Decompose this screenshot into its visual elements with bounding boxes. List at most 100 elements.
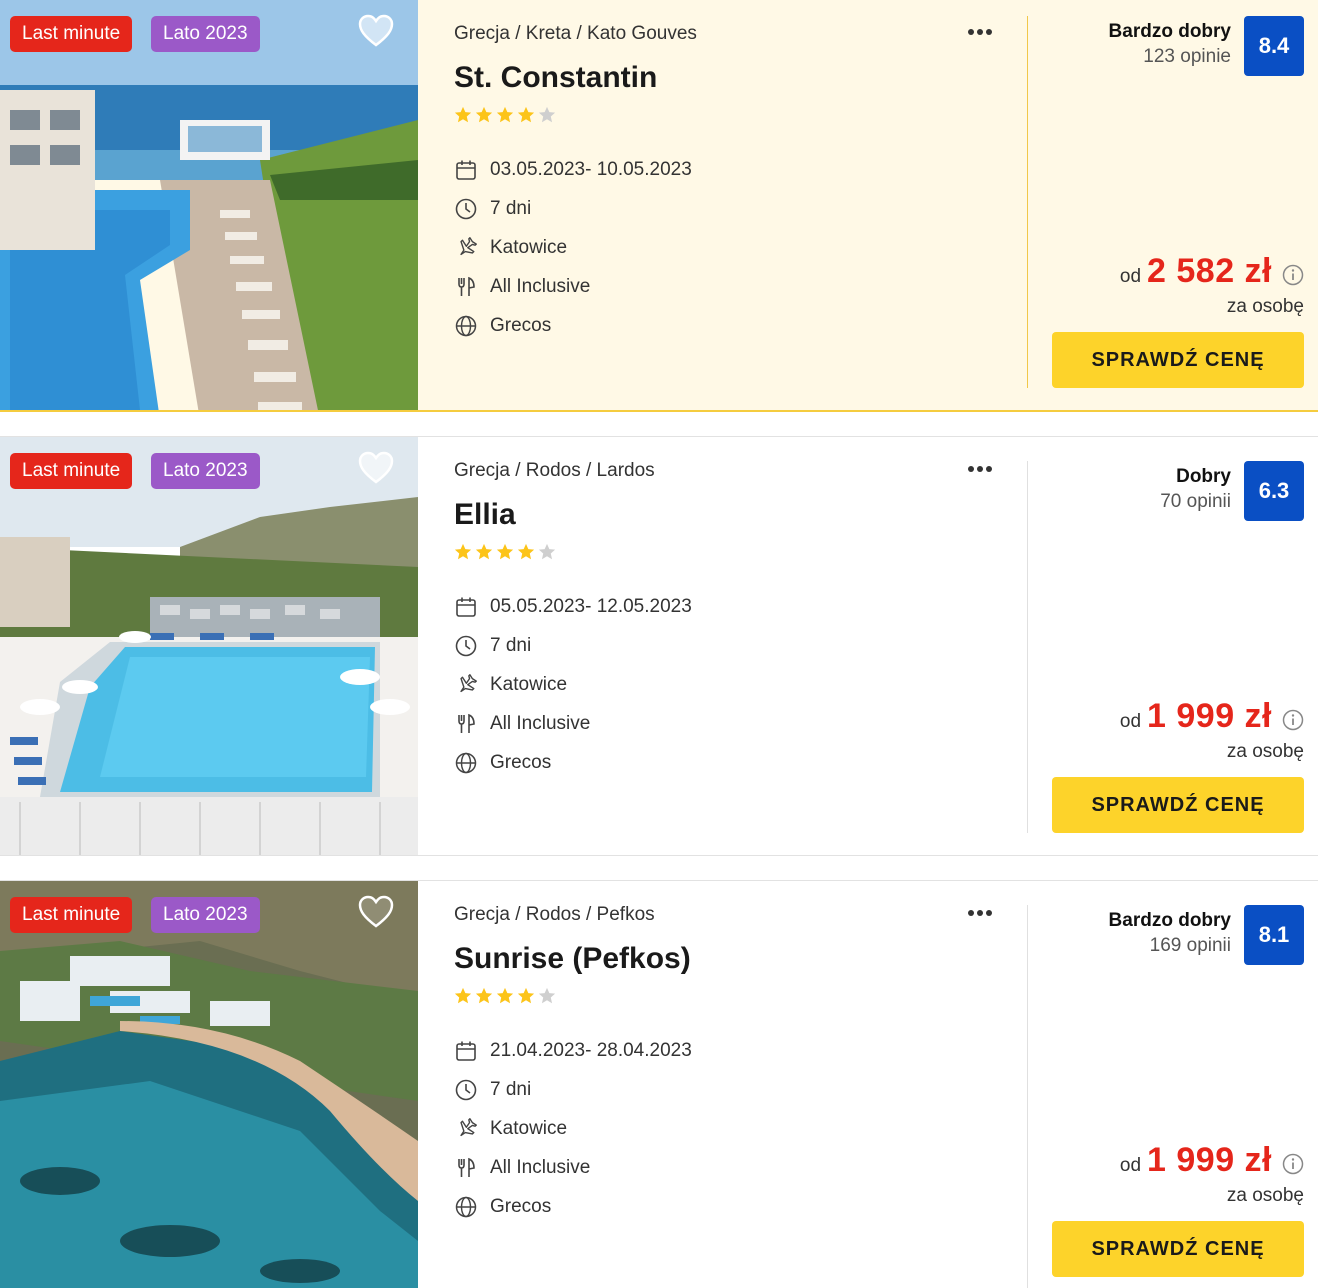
hotel-stars bbox=[454, 987, 1028, 1009]
board-row: All Inclusive bbox=[454, 1148, 1028, 1187]
hotel-photo[interactable]: Last minute Lato 2023 bbox=[0, 881, 418, 1288]
dot-icon bbox=[986, 910, 992, 916]
info-icon[interactable] bbox=[1282, 264, 1304, 286]
globe-icon bbox=[455, 752, 477, 773]
star-icon bbox=[517, 106, 535, 123]
calendar-icon bbox=[456, 160, 476, 180]
operator-row: Grecos bbox=[454, 306, 1028, 345]
clock-icon bbox=[455, 1079, 477, 1100]
plane-icon bbox=[460, 673, 477, 692]
price-line: od 1 999 zł bbox=[1120, 1141, 1304, 1180]
more-options-button[interactable] bbox=[968, 18, 1002, 46]
offer-card[interactable]: Last minute Lato 2023 Grecja / Rodos / P… bbox=[0, 880, 1318, 1288]
board-text: All Inclusive bbox=[490, 275, 591, 297]
operator-text: Grecos bbox=[490, 751, 552, 773]
star-icon bbox=[517, 543, 535, 560]
dates-row: 05.05.2023- 12.05.2023 bbox=[454, 587, 1028, 626]
clock-icon bbox=[455, 198, 477, 219]
last-minute-badge: Last minute bbox=[10, 453, 133, 489]
hotel-photo-image bbox=[0, 0, 418, 410]
clock-icon bbox=[455, 635, 477, 656]
hotel-name[interactable]: Ellia bbox=[454, 495, 1028, 535]
last-minute-badge: Last minute bbox=[10, 897, 133, 933]
price-line: od 1 999 zł bbox=[1120, 697, 1304, 736]
check-price-button[interactable]: SPRAWDŹ CENĘ bbox=[1052, 332, 1304, 388]
season-badge: Lato 2023 bbox=[151, 16, 260, 52]
hotel-photo[interactable]: Last minute Lato 2023 bbox=[0, 437, 418, 855]
operator-row: Grecos bbox=[454, 1187, 1028, 1226]
departure-row: Katowice bbox=[454, 228, 1028, 267]
price-value: 1 999 zł bbox=[1147, 1141, 1272, 1179]
star-empty-icon bbox=[538, 106, 556, 123]
duration-row: 7 dni bbox=[454, 626, 1028, 665]
departure-text: Katowice bbox=[490, 673, 568, 695]
favorite-heart-icon[interactable] bbox=[358, 895, 394, 929]
hotel-name[interactable]: St. Constantin bbox=[454, 58, 1028, 98]
board-row: All Inclusive bbox=[454, 704, 1028, 743]
hotel-name[interactable]: Sunrise (Pefkos) bbox=[454, 939, 1028, 979]
duration-text: 7 dni bbox=[490, 197, 532, 219]
globe-icon bbox=[455, 315, 477, 336]
dates-row: 21.04.2023- 28.04.2023 bbox=[454, 1031, 1028, 1070]
location-breadcrumb[interactable]: Grecja / Kreta / Kato Gouves bbox=[454, 20, 1028, 48]
star-icon bbox=[496, 543, 514, 560]
dot-icon bbox=[986, 29, 992, 35]
column-divider bbox=[1027, 905, 1028, 1288]
price-prefix: od bbox=[1119, 266, 1142, 287]
price-value: 2 582 zł bbox=[1147, 252, 1272, 290]
offer-card[interactable]: Last minute Lato 2023 Grecja / Kreta / K… bbox=[0, 0, 1318, 412]
price-prefix: od bbox=[1119, 1155, 1142, 1176]
info-icon[interactable] bbox=[1282, 709, 1304, 731]
last-minute-badge: Last minute bbox=[10, 16, 133, 52]
star-empty-icon bbox=[538, 987, 556, 1004]
duration-text: 7 dni bbox=[490, 1078, 532, 1100]
favorite-heart-icon[interactable] bbox=[358, 451, 394, 485]
duration-row: 7 dni bbox=[454, 189, 1028, 228]
dot-icon bbox=[977, 910, 983, 916]
offer-card[interactable]: Last minute Lato 2023 Grecja / Rodos / L… bbox=[0, 436, 1318, 856]
reviews-count[interactable]: 169 opinii bbox=[1150, 935, 1231, 957]
cutlery-icon bbox=[458, 1157, 475, 1177]
offer-price-panel: Bardzo dobry 169 opinii 8.1 od 1 999 zł … bbox=[1050, 905, 1304, 1285]
location-breadcrumb[interactable]: Grecja / Rodos / Lardos bbox=[454, 457, 1028, 485]
plane-icon bbox=[460, 236, 477, 255]
more-options-button[interactable] bbox=[968, 455, 1002, 483]
plane-icon bbox=[460, 1117, 477, 1136]
star-icon bbox=[454, 987, 472, 1004]
per-person-label: za osobę bbox=[1226, 1185, 1304, 1206]
rating-label: Dobry bbox=[1176, 466, 1231, 487]
favorite-heart-icon[interactable] bbox=[358, 14, 394, 48]
operator-row: Grecos bbox=[454, 743, 1028, 782]
check-price-button[interactable]: SPRAWDŹ CENĘ bbox=[1052, 1221, 1304, 1277]
cutlery-icon bbox=[458, 276, 475, 296]
rating-score-badge: 8.4 bbox=[1244, 16, 1304, 76]
location-breadcrumb[interactable]: Grecja / Rodos / Pefkos bbox=[454, 901, 1028, 929]
rating-score-badge: 8.1 bbox=[1244, 905, 1304, 965]
offer-details: Grecja / Kreta / Kato Gouves St. Constan… bbox=[418, 0, 1028, 410]
globe-icon bbox=[455, 1196, 477, 1217]
rating-score-badge: 6.3 bbox=[1244, 461, 1304, 521]
reviews-count[interactable]: 70 opinii bbox=[1160, 491, 1231, 513]
hotel-photo[interactable]: Last minute Lato 2023 bbox=[0, 0, 418, 410]
price-value: 1 999 zł bbox=[1147, 697, 1272, 735]
more-options-button[interactable] bbox=[968, 899, 1002, 927]
operator-text: Grecos bbox=[490, 314, 552, 336]
departure-text: Katowice bbox=[490, 236, 568, 258]
duration-row: 7 dni bbox=[454, 1070, 1028, 1109]
dot-icon bbox=[968, 29, 974, 35]
star-icon bbox=[475, 987, 493, 1004]
calendar-icon bbox=[456, 597, 476, 617]
hotel-photo-image bbox=[0, 881, 418, 1288]
column-divider bbox=[1027, 461, 1028, 833]
per-person-label: za osobę bbox=[1226, 741, 1304, 762]
hotel-stars bbox=[454, 543, 1028, 565]
dates-text: 03.05.2023- 10.05.2023 bbox=[490, 158, 692, 180]
duration-text: 7 dni bbox=[490, 634, 532, 656]
price-prefix: od bbox=[1119, 711, 1142, 732]
reviews-count[interactable]: 123 opinie bbox=[1143, 46, 1231, 68]
hotel-photo-image bbox=[0, 437, 418, 855]
info-icon[interactable] bbox=[1282, 1153, 1304, 1175]
star-icon bbox=[496, 106, 514, 123]
check-price-button[interactable]: SPRAWDŹ CENĘ bbox=[1052, 777, 1304, 833]
offer-attributes: 05.05.2023- 12.05.2023 7 dni Katowice Al… bbox=[454, 587, 1028, 782]
